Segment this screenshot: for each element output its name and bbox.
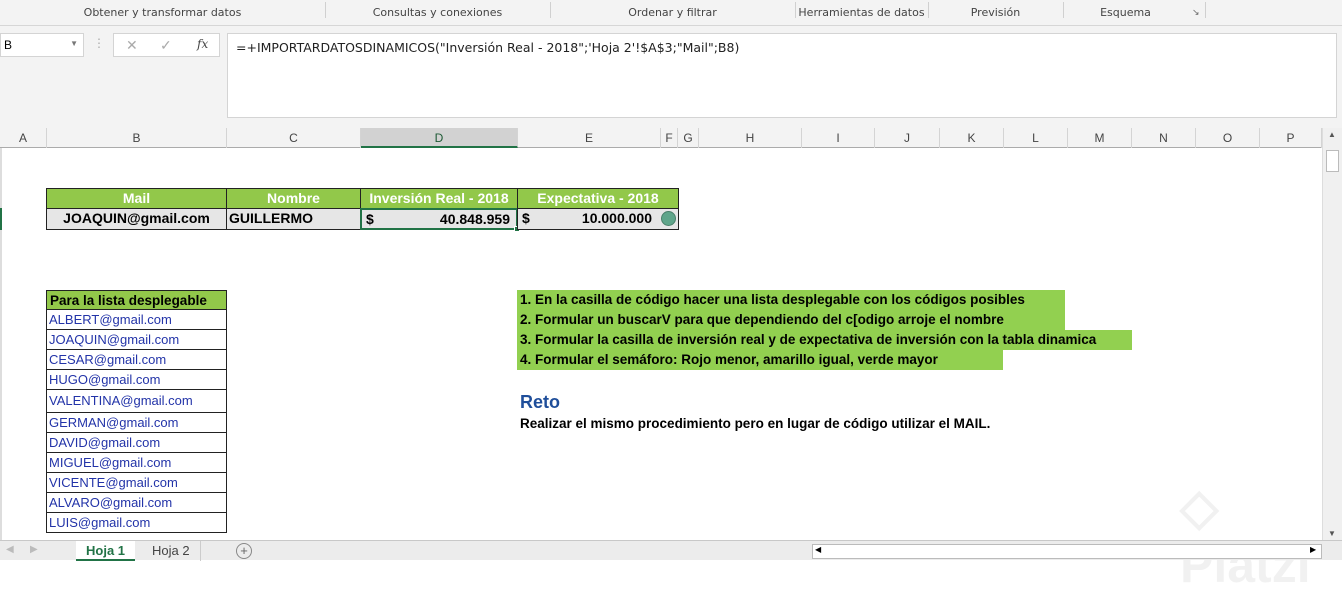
col-n[interactable]: N [1132,128,1196,148]
list-item[interactable]: HUGO@gmail.com [46,370,227,390]
group-herramientas[interactable]: Herramientas de datos [795,6,928,19]
instruction-4: 4. Formular el semáforo: Rojo menor, ama… [517,350,1003,370]
col-b[interactable]: B [47,128,227,148]
formula-bar: B ▼ ⋮ ✕ ✓ fx =+IMPORTARDATOSDINAMICOS("In… [0,26,1342,128]
prev-sheet-icon[interactable]: ◀ [6,544,14,555]
currency-symbol: $ [522,210,530,226]
currency-symbol: $ [366,211,374,227]
group-obtener[interactable]: Obtener y transformar datos [0,6,325,19]
col-i[interactable]: I [802,128,875,148]
col-k[interactable]: K [940,128,1004,148]
enter-icon[interactable]: ✓ [160,37,172,54]
ribbon-group-labels: Obtener y transformar datos Consultas y … [0,0,1342,26]
group-esquema[interactable]: Esquema [1063,6,1188,19]
list-item[interactable]: VICENTE@gmail.com [46,473,227,493]
list-item[interactable]: JOAQUIN@gmail.com [46,330,227,350]
reto-title: Reto [520,392,560,412]
list-item[interactable]: ALBERT@gmail.com [46,310,227,330]
platzi-watermark: ◇ Platzi [1180,479,1311,593]
add-sheet-icon[interactable]: + [236,543,252,559]
row-header-edge [0,148,2,540]
reto-text: Realizar el mismo procedimiento pero en … [520,416,991,431]
instruction-1: 1. En la casilla de código hacer una lis… [517,290,1065,310]
col-h[interactable]: H [699,128,802,148]
name-box-value: B [4,38,13,52]
list-item[interactable]: MIGUEL@gmail.com [46,453,227,473]
header-mail: Mail [46,188,227,209]
scroll-up-icon[interactable]: ▲ [1328,130,1336,139]
list-item[interactable]: GERMAN@gmail.com [46,413,227,433]
name-box[interactable]: B ▼ [0,33,84,57]
col-d[interactable]: D [361,128,518,148]
col-j[interactable]: J [875,128,940,148]
cell-expectativa[interactable]: $ 10.000.000 [517,208,679,230]
formula-input[interactable]: =+IMPORTARDATOSDINAMICOS("Inversión Real… [227,33,1337,118]
list-item[interactable]: LUIS@gmail.com [46,513,227,533]
active-row-marker [0,208,2,230]
column-headers: A B C D E F G H I J K L M N O P [0,128,1322,148]
header-inversion: Inversión Real - 2018 [360,188,518,209]
list-item[interactable]: DAVID@gmail.com [46,433,227,453]
scroll-thumb[interactable] [1326,150,1339,172]
insert-function-icon[interactable]: fx [197,37,208,51]
instruction-2: 2. Formular un buscarV para que dependie… [517,310,1065,330]
scroll-left-icon[interactable]: ◀ [815,545,821,554]
cell-nombre[interactable]: GUILLERMO [226,208,361,230]
horizontal-scrollbar[interactable] [812,544,1322,559]
col-e[interactable]: E [518,128,661,148]
col-p[interactable]: P [1260,128,1322,148]
formula-buttons: ✕ ✓ fx [113,33,220,57]
chevron-down-icon[interactable]: ▼ [70,39,78,48]
list-item[interactable]: CESAR@gmail.com [46,350,227,370]
dialog-launcher-icon[interactable]: ↘ [1192,7,1200,18]
tab-hoja-1[interactable]: Hoja 1 [76,541,136,561]
col-a[interactable]: A [0,128,47,148]
traffic-light-indicator [661,211,676,226]
col-l[interactable]: L [1004,128,1068,148]
cell-inversion[interactable]: $ 40.848.959 [360,208,518,230]
col-c[interactable]: C [227,128,361,148]
group-prevision[interactable]: Previsión [928,6,1063,19]
tab-hoja-2[interactable]: Hoja 2 [142,541,201,561]
cancel-icon[interactable]: ✕ [126,37,138,54]
drag-handle-icon[interactable]: ⋮ [93,36,105,50]
header-expectativa: Expectativa - 2018 [517,188,679,209]
col-m[interactable]: M [1068,128,1132,148]
inversion-value: 40.848.959 [439,211,510,227]
scroll-down-icon[interactable]: ▼ [1328,529,1336,538]
col-f[interactable]: F [661,128,678,148]
list-item[interactable]: VALENTINA@gmail.com [46,390,227,413]
col-g[interactable]: G [678,128,699,148]
expectativa-value: 10.000.000 [581,210,652,226]
cell-mail[interactable]: JOAQUIN@gmail.com [46,208,227,230]
instruction-3: 3. Formular la casilla de inversión real… [517,330,1132,350]
vertical-scrollbar[interactable]: ▲ ▼ [1322,128,1342,540]
list-title: Para la lista desplegable [46,290,227,310]
col-o[interactable]: O [1196,128,1260,148]
header-nombre: Nombre [226,188,361,209]
next-sheet-icon[interactable]: ▶ [30,544,38,555]
group-ordenar[interactable]: Ordenar y filtrar [550,6,795,19]
list-item[interactable]: ALVARO@gmail.com [46,493,227,513]
group-consultas[interactable]: Consultas y conexiones [325,6,550,19]
scroll-right-icon[interactable]: ▶ [1310,545,1316,554]
sheet-tabs-bar: ◀ ▶ Hoja 1 Hoja 2 + ◀ ▶ [0,540,1342,561]
